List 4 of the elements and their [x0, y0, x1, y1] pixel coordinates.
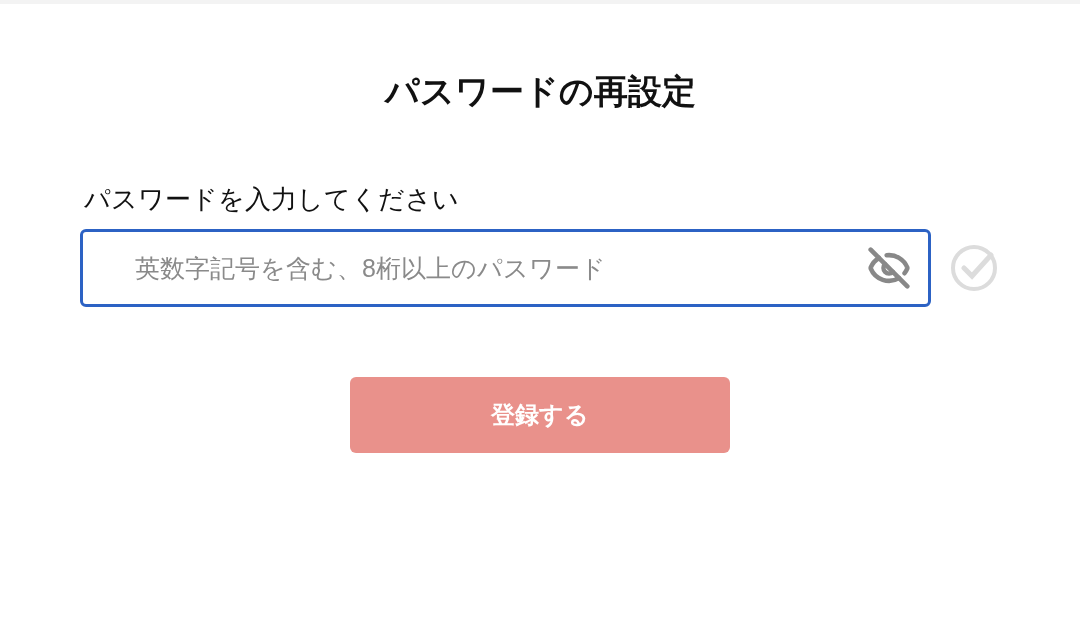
- field-label: パスワードを入力してください: [84, 182, 459, 215]
- page-title: パスワードの再設定: [384, 71, 696, 112]
- toggle-visibility-button[interactable]: [867, 246, 911, 290]
- password-field[interactable]: 英数字記号を含む、8桁以上のパスワード: [80, 229, 931, 307]
